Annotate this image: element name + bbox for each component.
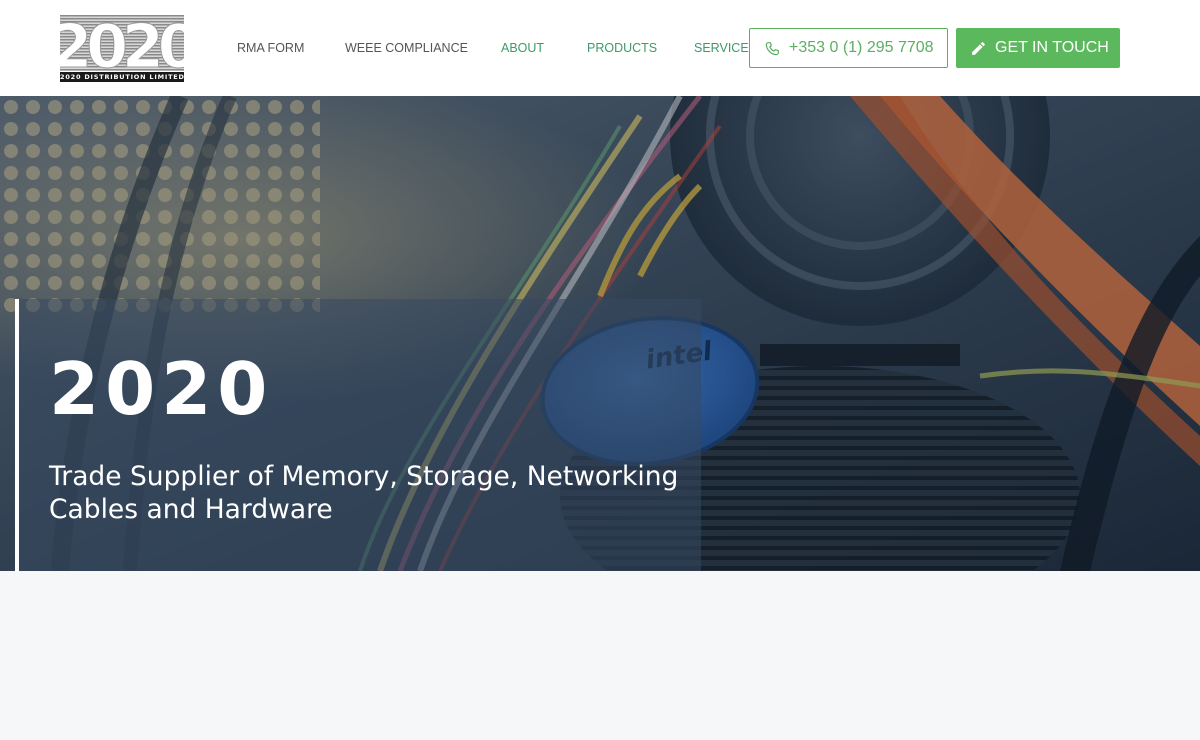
nav-products[interactable]: PRODUCTS (587, 40, 657, 56)
logo-mark-icon: 2020 (60, 15, 184, 71)
nav-rma-form[interactable]: RMA FORM (237, 40, 304, 56)
svg-text:2020: 2020 (60, 15, 184, 71)
hero-caption-panel: 2020 Trade Supplier of Memory, Storage, … (15, 299, 701, 571)
brand-logo[interactable]: 2020 2020 DISTRIBUTION LIMITED (60, 15, 184, 82)
phone-button[interactable]: +353 0 (1) 295 7708 (749, 28, 948, 68)
phone-number: +353 0 (1) 295 7708 (789, 39, 934, 56)
nav-weee-compliance[interactable]: WEEE COMPLIANCE (345, 40, 468, 56)
nav-about[interactable]: ABOUT (501, 40, 544, 56)
get-in-touch-button[interactable]: GET IN TOUCH (956, 28, 1120, 68)
site-header: 2020 2020 DISTRIBUTION LIMITED RMA FORM … (0, 0, 1200, 96)
pencil-icon (972, 42, 985, 55)
logo-caption: 2020 DISTRIBUTION LIMITED (60, 72, 185, 82)
hero-subtitle: Trade Supplier of Memory, Storage, Netwo… (49, 461, 679, 525)
phone-icon (765, 42, 779, 56)
nav-services[interactable]: SERVICES (694, 40, 757, 56)
get-in-touch-label: GET IN TOUCH (995, 39, 1109, 56)
hero-title: 2020 (49, 347, 274, 431)
hero-banner: intel 2020 Trade Supplier of Memory, Sto… (0, 96, 1200, 571)
content-area (0, 571, 1200, 740)
